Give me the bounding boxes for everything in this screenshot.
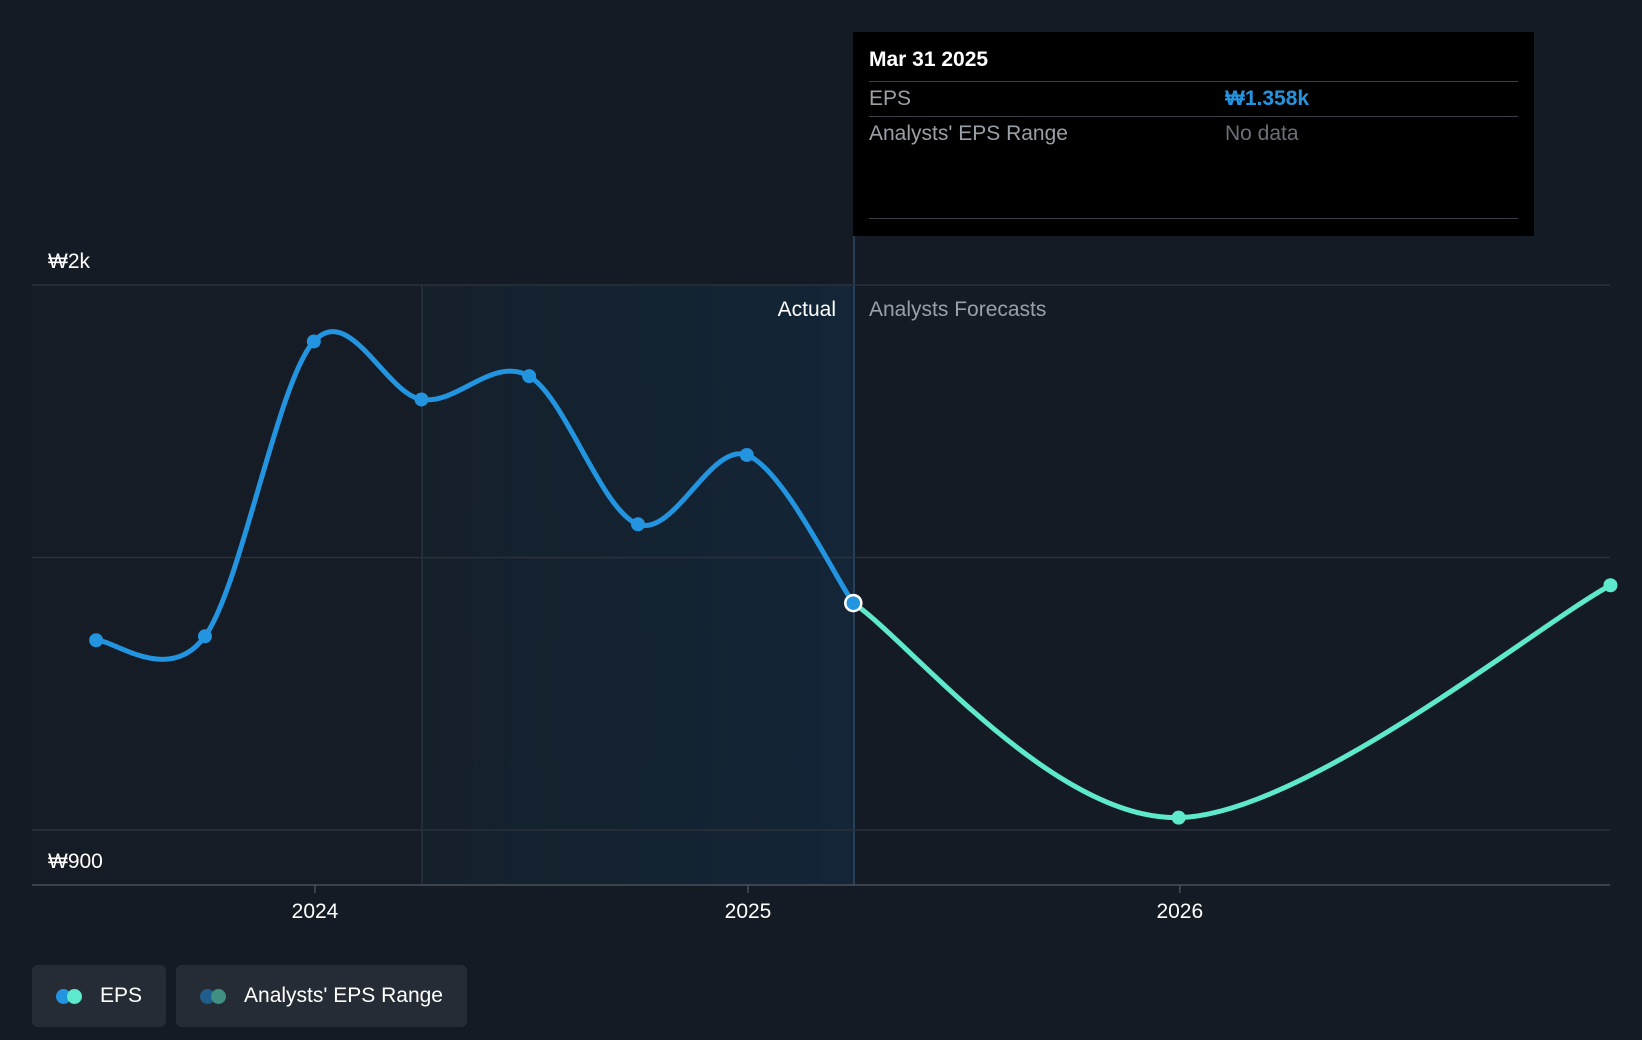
eps-swatch-icon bbox=[56, 987, 86, 1005]
tooltip-divider bbox=[869, 218, 1518, 219]
tooltip-range-label: Analysts' EPS Range bbox=[869, 122, 1068, 145]
tooltip-date: Mar 31 2025 bbox=[869, 45, 1518, 82]
legend-label-eps-range: Analysts' EPS Range bbox=[244, 984, 443, 1007]
tooltip-eps-value: ₩1.358k bbox=[1225, 87, 1310, 110]
point-0-4[interactable] bbox=[522, 369, 537, 384]
y-label-top: ₩2k bbox=[48, 250, 91, 273]
point-1-2[interactable] bbox=[1603, 578, 1618, 593]
point-0-1[interactable] bbox=[197, 629, 212, 644]
tooltip-eps-label: EPS bbox=[869, 87, 912, 110]
tooltip-eps-row: EPS ₩1.358k bbox=[869, 82, 1518, 117]
region-label-forecast: Analysts Forecasts bbox=[869, 298, 1046, 321]
tooltip: Mar 31 2025 EPS ₩1.358k Analysts' EPS Ra… bbox=[853, 32, 1534, 236]
point-0-2[interactable] bbox=[306, 334, 321, 349]
eps-range-swatch-icon bbox=[200, 987, 230, 1005]
legend: EPS Analysts' EPS Range bbox=[32, 965, 467, 1027]
y-label-bottom: ₩900 bbox=[48, 850, 103, 873]
point-0-0[interactable] bbox=[89, 633, 104, 648]
x-tick-label-2025: 2025 bbox=[725, 900, 772, 923]
tooltip-range-row: Analysts' EPS Range No data bbox=[869, 117, 1518, 151]
legend-label-eps: EPS bbox=[100, 984, 143, 1007]
region-label-actual: Actual bbox=[778, 298, 836, 321]
point-0-3[interactable] bbox=[414, 392, 429, 407]
tooltip-range-value: No data bbox=[1225, 122, 1299, 145]
series-line-1 bbox=[850, 582, 1613, 821]
legend-item-eps[interactable]: EPS bbox=[32, 965, 167, 1027]
point-1-1[interactable] bbox=[1171, 810, 1186, 825]
point-0-5[interactable] bbox=[630, 517, 645, 532]
highlighted-point[interactable] bbox=[844, 593, 863, 613]
point-0-6[interactable] bbox=[739, 447, 754, 462]
x-axis-ticks: 2024 2025 2026 bbox=[292, 885, 1203, 923]
legend-item-eps-range[interactable]: Analysts' EPS Range bbox=[176, 965, 467, 1027]
x-tick-label-2024: 2024 bbox=[292, 900, 339, 923]
x-tick-label-2026: 2026 bbox=[1156, 900, 1203, 923]
